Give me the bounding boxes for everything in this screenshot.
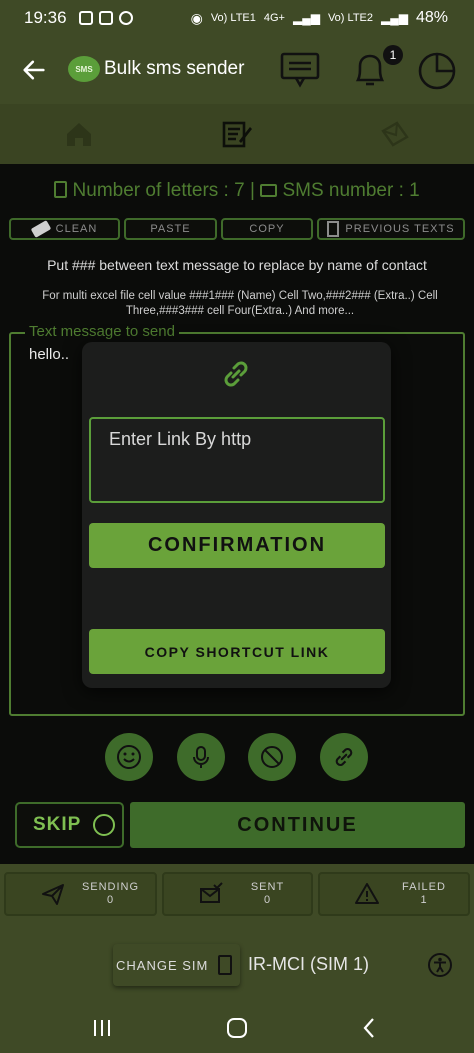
- accessibility-icon[interactable]: [427, 952, 453, 978]
- back-arrow-icon[interactable]: [20, 56, 48, 84]
- back-nav-icon[interactable]: [358, 1016, 382, 1040]
- system-nav-bar: [0, 1004, 474, 1053]
- link-icon: [224, 361, 248, 387]
- letters-count: Number of letters : 7: [72, 180, 245, 201]
- home-icon: [67, 123, 91, 146]
- app-title: Bulk sms sender: [104, 58, 245, 79]
- signal-icon: ▂▄▆: [292, 11, 320, 25]
- current-sim: IR-MCI (SIM 1): [248, 954, 369, 974]
- confirmation-button[interactable]: CONFIRMATION: [89, 523, 385, 568]
- tool-row: [0, 733, 474, 783]
- copy-label: COPY: [249, 223, 285, 235]
- microphone-button[interactable]: [177, 733, 225, 781]
- clean-label: CLEAN: [55, 223, 98, 235]
- previous-texts-label: PREVIOUS TEXTS: [345, 223, 455, 235]
- tab-compose[interactable]: [158, 104, 316, 164]
- skip-icon: [93, 814, 116, 836]
- failed-stat[interactable]: FAILED 1: [318, 872, 470, 916]
- status-time: 19:36: [24, 8, 67, 27]
- battery-level: 48%: [415, 9, 448, 26]
- bottom-panel: SENDING 0 SENT 0 FAILED 1 CHANGE SIM IR-MCI…: [0, 864, 474, 1004]
- excel-hint: For multi excel file cell value ###1### …: [42, 290, 438, 317]
- compose-icon: [222, 121, 252, 148]
- warning-icon: [355, 883, 379, 904]
- hotspot-icon: ◉: [190, 9, 203, 26]
- link-button[interactable]: [320, 733, 368, 781]
- document-icon: [54, 181, 68, 198]
- link-dialog: CONFIRMATION COPY SHORTCUT LINK: [82, 342, 391, 688]
- mail-icon: [260, 184, 278, 197]
- sending-label: SENDING: [81, 881, 140, 893]
- sent-mail-icon: [200, 882, 223, 903]
- gallery-icon: [78, 11, 93, 25]
- sending-stat[interactable]: SENDING 0: [4, 872, 157, 916]
- signal-icon-2: ▂▄▆: [381, 11, 408, 25]
- clean-button[interactable]: CLEAN: [9, 218, 120, 240]
- counter-separator: |: [249, 180, 255, 201]
- app-bar: SMS Bulk sms sender 1: [0, 36, 474, 104]
- notification-badge: 1: [383, 45, 403, 65]
- previous-texts-button[interactable]: PREVIOUS TEXTS: [317, 218, 465, 240]
- paste-button[interactable]: PASTE: [124, 218, 217, 240]
- change-sim-button[interactable]: CHANGE SIM: [113, 944, 240, 986]
- text-actions: CLEAN PASTE COPY PREVIOUS TEXTS: [9, 218, 465, 240]
- continue-button[interactable]: CONTINUE: [130, 802, 465, 848]
- envelope-icon: [381, 121, 409, 147]
- app-logo: SMS: [68, 56, 100, 82]
- network-3: Vo) LTE2: [327, 12, 373, 24]
- message-legend: Text message to send: [25, 323, 179, 340]
- sent-value: 0: [263, 894, 272, 906]
- copy-button[interactable]: COPY: [221, 218, 313, 240]
- link-tool-icon: [335, 748, 353, 766]
- block-icon: [261, 746, 283, 768]
- emoji-button[interactable]: [105, 733, 153, 781]
- link-input[interactable]: [89, 417, 385, 503]
- sim-card-icon: [218, 955, 233, 975]
- recent-apps-icon[interactable]: [90, 1016, 114, 1040]
- copy-shortcut-link-button[interactable]: COPY SHORTCUT LINK: [89, 629, 385, 674]
- home-nav-icon[interactable]: [225, 1016, 249, 1040]
- paste-label: PASTE: [150, 223, 191, 235]
- messages-icon[interactable]: [278, 48, 322, 92]
- app-logo-text: SMS: [75, 64, 93, 74]
- change-sim-label: CHANGE SIM: [116, 957, 209, 973]
- skip-button[interactable]: SKIP: [15, 802, 124, 848]
- account-icon: [118, 11, 133, 25]
- failed-value: 1: [420, 894, 428, 906]
- microphone-icon: [193, 746, 209, 768]
- status-bar: 19:36 ◉ Vo) LTE1 4G+ ▂▄▆ Vo) LTE2 ▂▄▆ 48…: [0, 0, 474, 36]
- network-2: 4G+: [263, 12, 285, 24]
- placeholder-hint: Put ### between text message to replace …: [47, 257, 427, 273]
- sent-stat[interactable]: SENT 0: [162, 872, 313, 916]
- paper-plane-icon: [42, 884, 64, 905]
- tab-home[interactable]: [0, 104, 158, 164]
- pie-chart-icon[interactable]: [416, 48, 460, 92]
- tab-strip: [0, 104, 474, 164]
- failed-label: FAILED: [402, 881, 446, 893]
- letter-counter: Number of letters : 7 | SMS number : 1: [0, 180, 474, 202]
- network-1: Vo) LTE1: [210, 12, 256, 24]
- sms-count: SMS number : 1: [282, 180, 420, 201]
- sent-label: SENT: [250, 881, 285, 893]
- block-button[interactable]: [248, 733, 296, 781]
- eraser-icon: [30, 220, 51, 238]
- smiley-icon: [117, 745, 141, 769]
- message-text: hello..: [29, 346, 70, 363]
- skip-label: SKIP: [33, 814, 82, 835]
- sending-value: 0: [106, 894, 115, 906]
- app-notification-icon: [98, 11, 113, 25]
- tab-sent[interactable]: [316, 104, 474, 164]
- history-icon: [327, 221, 340, 237]
